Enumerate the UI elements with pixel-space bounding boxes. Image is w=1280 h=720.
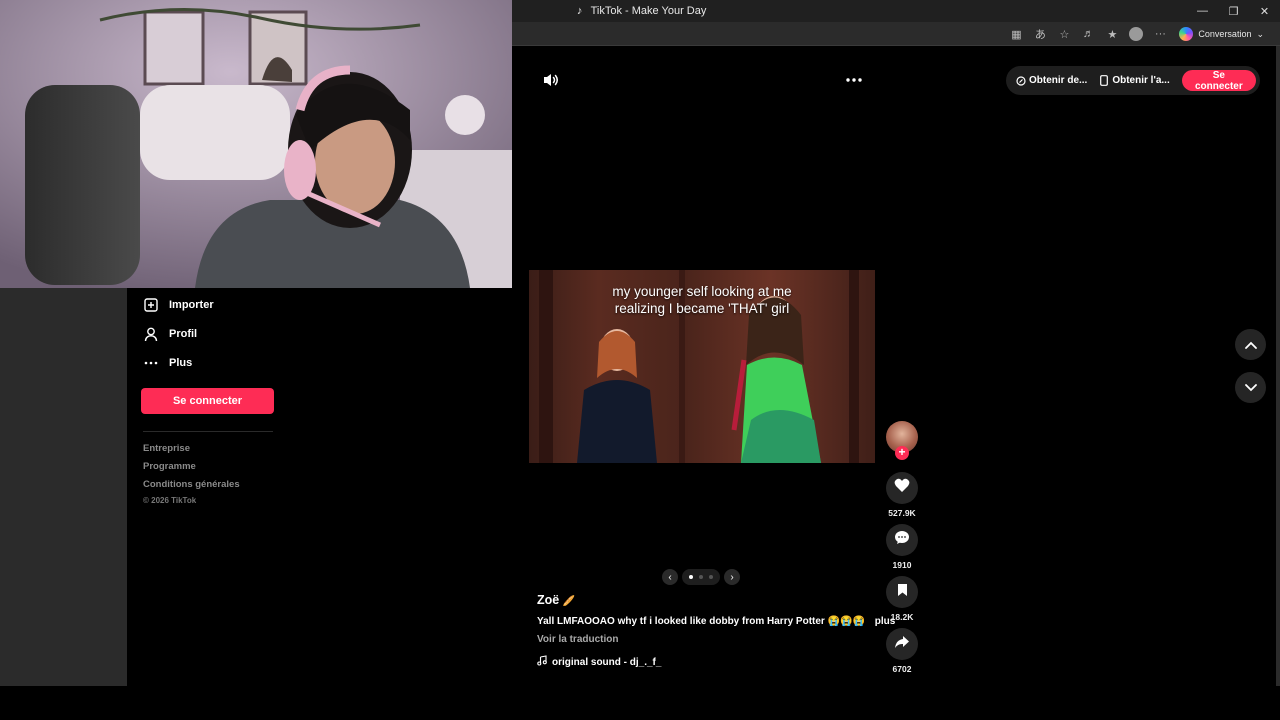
save-count: 18.2K [890,612,914,622]
author-name[interactable]: Zoë 🥖 [537,593,575,607]
more-icon [143,355,159,371]
sidebar-item-importer[interactable]: Importer [143,297,214,313]
get-coins-link[interactable]: Obtenir de... [1016,75,1087,86]
carousel-dot[interactable] [689,575,693,579]
browser-menu-icon[interactable]: ··· [1151,25,1169,43]
comment-count: 1910 [892,560,912,570]
footer-link-programme[interactable]: Programme [143,461,196,472]
carousel-prev-icon[interactable]: ‹ [662,569,678,585]
phone-icon [1099,75,1109,86]
taskbar-area [0,686,1280,720]
extensions-icon[interactable]: ♬ [1079,25,1097,43]
top-actions-bar: Obtenir de... Obtenir l'a... Se connecte… [1006,66,1260,95]
carousel-dots [682,569,720,585]
more-options-icon[interactable] [845,72,863,86]
get-app-label: Obtenir l'a... [1112,75,1170,86]
carousel-next-icon[interactable]: › [724,569,740,585]
tiktok-logo-icon: ♪ [576,5,583,17]
video-player[interactable]: my younger self looking at me realizing … [529,270,875,463]
webcam-overlay [0,0,512,288]
like-button[interactable] [886,472,918,504]
sidebar-item-plus[interactable]: Plus [143,355,192,371]
sound-name: original sound - dj_._f_ [552,656,662,668]
restore-button[interactable]: ❐ [1218,0,1249,22]
sidebar-item-profil[interactable]: Profil [143,326,197,342]
author-emoji: 🥖 [562,596,576,607]
favorite-star-icon[interactable]: ☆ [1055,25,1073,43]
copilot-button[interactable]: Conversation ⌄ [1175,27,1268,41]
translate-icon[interactable]: あ [1031,25,1049,43]
follow-plus-button[interactable]: + [895,446,909,460]
collections-icon[interactable]: ★ [1103,25,1121,43]
like-count: 527.9K [888,508,916,518]
video-caption: my younger self looking at me realizing … [529,283,875,317]
chevron-down-icon: ⌄ [1256,28,1264,39]
bookmark-icon [897,583,908,602]
close-button[interactable]: ✕ [1249,0,1280,22]
share-count: 6702 [892,664,912,674]
footer-link-conditions[interactable]: Conditions générales [143,479,240,490]
coin-icon [1016,75,1026,86]
copilot-label: Conversation [1198,29,1252,39]
share-icon [894,635,910,654]
photo-carousel-controls: ‹ › [662,569,740,585]
sidebar-item-label: Profil [169,328,198,340]
carousel-dot[interactable] [709,575,713,579]
music-note-icon [537,655,547,669]
save-button[interactable] [886,576,918,608]
copyright-text: © 2026 TikTok [143,496,197,505]
chevron-up-icon [1244,336,1257,354]
author-name-text: Zoë [537,593,560,607]
upload-icon [143,297,159,313]
sidebar-item-label: Plus [169,357,193,369]
copilot-icon [1179,27,1194,41]
video-caption-line1: my younger self looking at me [612,284,792,299]
share-button[interactable] [886,628,918,660]
get-app-link[interactable]: Obtenir l'a... [1099,75,1170,86]
next-video-button[interactable] [1235,372,1266,403]
get-coins-label: Obtenir de... [1029,75,1088,86]
scrollbar-track[interactable] [1276,46,1280,686]
volume-icon[interactable] [542,71,560,89]
app-available-icon[interactable]: ▦ [1007,25,1025,43]
comment-button[interactable] [886,524,918,556]
previous-video-button[interactable] [1235,329,1266,360]
comment-icon [894,530,910,550]
post-description-text: Yall LMFAOOAO why tf i looked like dobby… [537,616,865,627]
footer-link-entreprise[interactable]: Entreprise [143,443,190,454]
see-translation-link[interactable]: Voir la traduction [537,634,619,645]
heart-icon [894,478,910,498]
sidebar-item-label: Importer [169,299,214,311]
window-title: TikTok - Make Your Day [590,5,707,17]
sound-link[interactable]: original sound - dj_._f_ [537,655,661,669]
sidebar-divider [143,431,273,432]
post-description: Yall LMFAOOAO why tf i looked like dobby… [537,616,895,627]
user-icon [143,326,159,342]
profile-icon[interactable] [1127,25,1145,43]
carousel-dot[interactable] [699,575,703,579]
chevron-down-icon [1244,379,1257,397]
video-caption-line2: realizing I became 'THAT' girl [614,301,790,316]
minimize-button[interactable]: — [1187,0,1218,22]
sidebar-login-button[interactable]: Se connecter [141,388,274,414]
header-login-button[interactable]: Se connecter [1181,70,1256,92]
